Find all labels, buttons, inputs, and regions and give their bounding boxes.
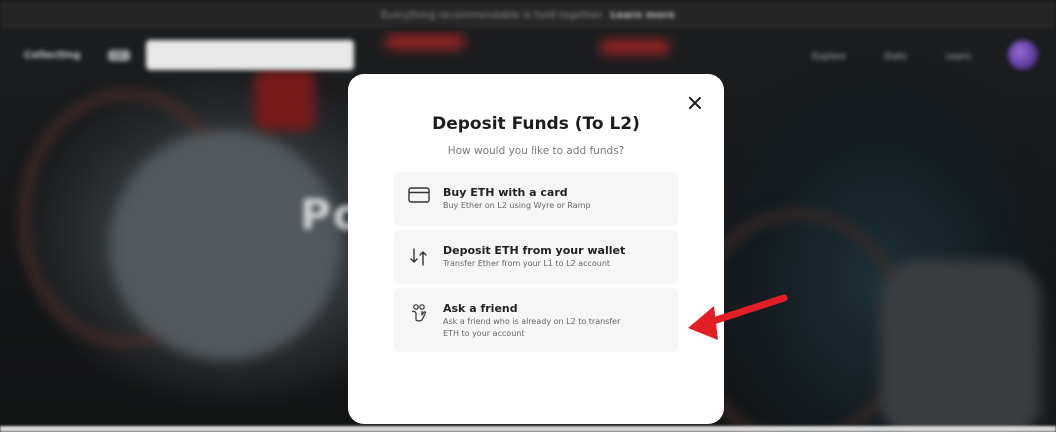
nav-link-stats[interactable]: Stats	[884, 52, 907, 62]
announcement-bar: Everything recommendable is hold togethe…	[0, 0, 1056, 30]
transfer-arrows-icon	[410, 248, 427, 266]
modal-subtitle: How would you like to add funds?	[447, 145, 625, 157]
option-title: Deposit ETH from your wallet	[443, 244, 626, 257]
site-logo[interactable]: CollectIng	[24, 50, 81, 61]
credit-card-icon	[408, 187, 430, 203]
deposit-funds-modal: Deposit Funds (To L2) How would you like…	[348, 74, 724, 424]
nav-link-learn[interactable]: Learn	[946, 52, 971, 62]
option-title: Buy ETH with a card	[443, 186, 568, 199]
avatar[interactable]	[1008, 40, 1038, 70]
hand-coins-icon	[411, 304, 426, 322]
option-title: Ask a friend	[443, 302, 518, 315]
modal-title: Deposit Funds (To L2)	[432, 114, 640, 134]
option-ask-a-friend[interactable]: Ask a friend Ask a friend who is already…	[394, 288, 678, 352]
close-button[interactable]	[686, 94, 704, 112]
close-icon	[689, 97, 701, 109]
top-nav: CollectIng L2 Explore Stats Learn	[0, 38, 1056, 72]
option-buy-eth-card[interactable]: Buy ETH with a card Buy Ether on L2 usin…	[394, 172, 678, 226]
network-badge: L2	[108, 50, 130, 61]
nav-link-explore[interactable]: Explore	[812, 52, 846, 62]
page-footer-strip	[0, 426, 1056, 432]
announcement-link[interactable]: Learn more	[610, 10, 674, 21]
option-description: Transfer Ether from your L1 to L2 accoun…	[443, 259, 611, 268]
option-description: Ask a friend who is already on L2 to tra…	[443, 317, 621, 338]
option-description: Buy Ether on L2 using Wyre or Ramp	[443, 201, 591, 210]
option-deposit-eth-wallet[interactable]: Deposit ETH from your wallet Transfer Et…	[394, 230, 678, 284]
annotation-arrow-icon	[688, 294, 788, 340]
announcement-text: Everything recommendable is hold togethe…	[381, 9, 605, 21]
search-input[interactable]	[146, 40, 354, 70]
